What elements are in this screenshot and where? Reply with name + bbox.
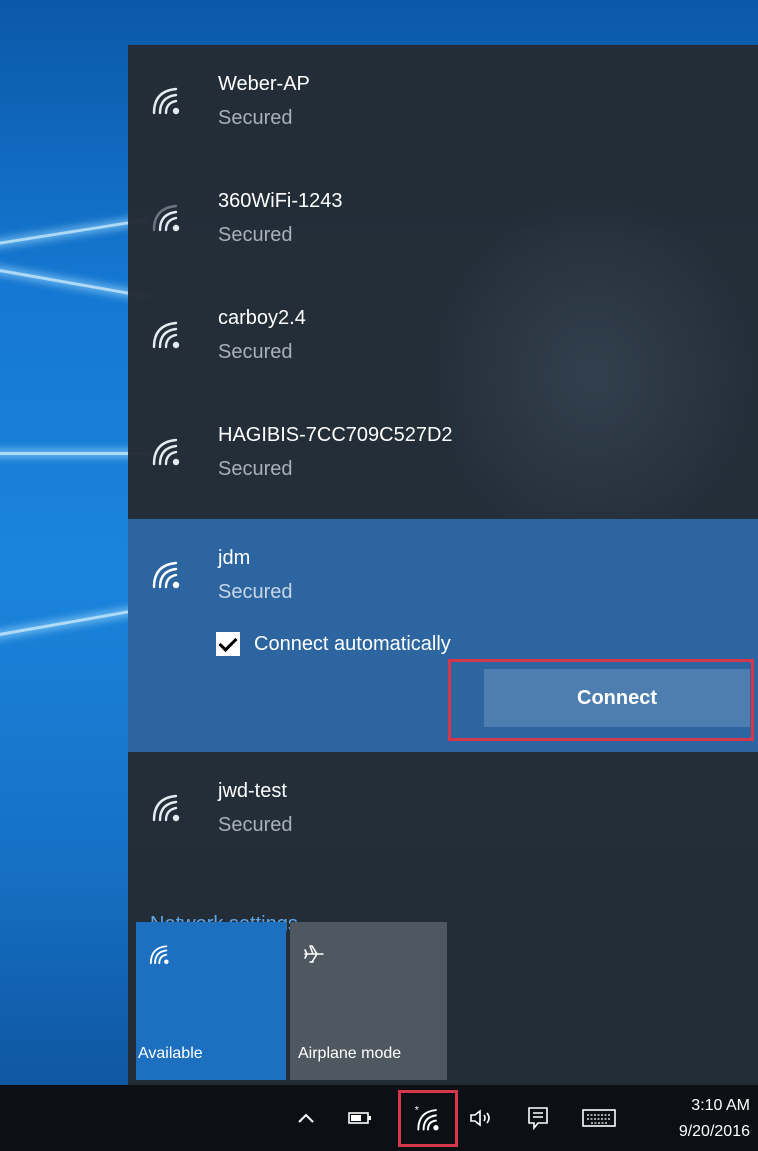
clock-time: 3:10 AM — [691, 1097, 750, 1114]
network-item-weber-ap[interactable]: Weber-AP Secured — [128, 45, 758, 162]
network-item-jdm[interactable]: jdm Secured Connect automatically Connec… — [128, 519, 758, 752]
chevron-up-icon[interactable] — [290, 1085, 322, 1151]
wallpaper-light-beam — [0, 218, 148, 251]
connect-automatically-row[interactable]: Connect automatically — [216, 629, 451, 659]
network-name: Weber-AP — [218, 73, 310, 95]
network-item-360wifi-1243[interactable]: 360WiFi-1243 Secured — [128, 162, 758, 279]
taskbar-clock[interactable]: 3:10 AM 9/20/2016 — [679, 1093, 750, 1145]
wifi-signal-icon — [152, 321, 180, 349]
connect-automatically-checkbox[interactable] — [216, 632, 240, 656]
quick-action-wifi[interactable]: Available — [136, 922, 286, 1080]
connect-button[interactable]: Connect — [484, 669, 750, 727]
wifi-signal-icon — [152, 794, 180, 822]
wifi-tray-highlight — [398, 1090, 458, 1147]
wifi-icon — [149, 945, 169, 965]
clock-date: 9/20/2016 — [678, 1123, 750, 1140]
network-name: carboy2.4 — [218, 307, 306, 329]
wifi-signal-icon — [152, 87, 180, 115]
quick-action-airplane-mode[interactable]: Airplane mode — [290, 922, 447, 1080]
network-status: Secured — [218, 107, 293, 129]
wifi-signal-icon — [152, 204, 180, 232]
network-status: Secured — [218, 814, 293, 836]
network-name: 360WiFi-1243 — [218, 190, 343, 212]
wallpaper-light-beam — [0, 607, 148, 643]
network-status: Secured — [218, 458, 293, 480]
taskbar: * 3:10 AM 9/20/2016 — [0, 1085, 758, 1151]
network-item-jwd-test[interactable]: jwd-test Secured — [128, 752, 758, 869]
network-status: Secured — [218, 581, 293, 603]
battery-icon[interactable] — [340, 1085, 380, 1151]
network-status: Secured — [218, 224, 293, 246]
volume-icon[interactable] — [462, 1085, 502, 1151]
network-flyout: Weber-AP Secured 360WiFi-1243 Secured ca… — [128, 45, 758, 1085]
network-name: jdm — [218, 547, 251, 569]
wifi-signal-icon — [152, 561, 180, 589]
network-name: HAGIBIS-7CC709C527D2 — [218, 424, 453, 446]
network-name: jwd-test — [218, 780, 287, 802]
network-item-hagibis[interactable]: HAGIBIS-7CC709C527D2 Secured — [128, 396, 758, 513]
action-center-icon[interactable] — [518, 1085, 558, 1151]
wifi-signal-icon — [152, 438, 180, 466]
quick-action-label: Available — [138, 1045, 203, 1062]
quick-action-label: Airplane mode — [298, 1045, 402, 1062]
network-item-carboy2-4[interactable]: carboy2.4 Secured — [128, 279, 758, 396]
keyboard-icon[interactable] — [574, 1085, 624, 1151]
airplane-icon — [304, 945, 324, 963]
connect-automatically-label: Connect automatically — [254, 632, 451, 655]
wallpaper-light-beam — [0, 262, 148, 298]
network-status: Secured — [218, 341, 293, 363]
